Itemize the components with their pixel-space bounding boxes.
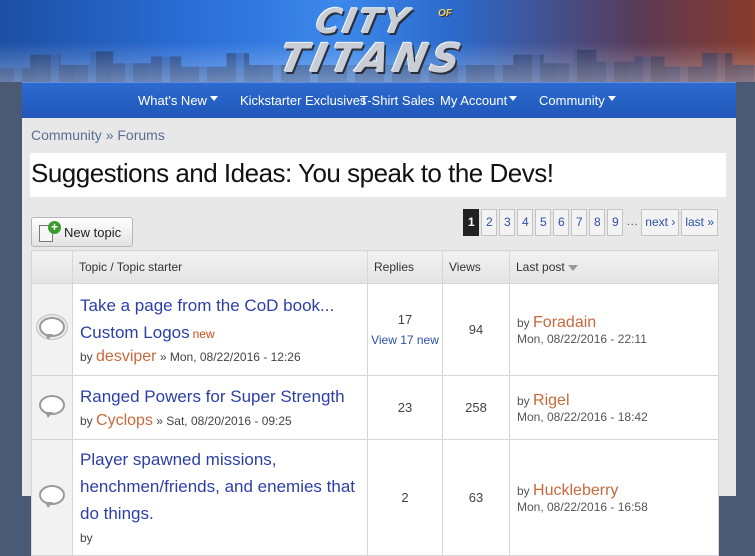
pager-page[interactable]: 9 — [607, 209, 624, 236]
views-cell: 94 — [442, 283, 510, 376]
pager-page[interactable]: 5 — [535, 209, 552, 236]
by-label: by — [80, 531, 93, 545]
last-post-author-link[interactable]: Rigel — [533, 392, 569, 409]
by-label: by — [517, 483, 530, 498]
title-box: Suggestions and Ideas: You speak to the … — [30, 153, 726, 197]
pager-page[interactable]: 4 — [517, 209, 534, 236]
topic-icon — [39, 485, 65, 508]
header-icon-cell — [31, 250, 73, 284]
pager-current: 1 — [463, 209, 480, 236]
pager-page[interactable]: 6 — [553, 209, 570, 236]
by-label: by — [80, 349, 93, 364]
header-last-post-label: Last post — [516, 260, 565, 274]
new-badge[interactable]: new — [193, 327, 215, 341]
topic-status-cell — [31, 439, 73, 556]
new-topic-button[interactable]: + New topic — [31, 217, 133, 247]
page-title: Suggestions and Ideas: You speak to the … — [31, 158, 554, 188]
topic-icon — [39, 395, 65, 418]
nav-item-kickstarter-exclusives[interactable]: Kickstarter Exclusives — [240, 83, 366, 119]
pager-last[interactable]: last » — [681, 209, 718, 236]
chevron-down-icon[interactable] — [210, 96, 218, 101]
table-header-row: Topic / Topic starter Replies Views Last… — [31, 250, 719, 284]
by-label: by — [517, 393, 530, 408]
topic-status-cell — [31, 375, 73, 440]
pager: 1 2 3 4 5 6 7 8 9 … next › last » — [463, 209, 718, 236]
hot-topic-icon — [39, 317, 65, 340]
topic-byline: by desviper » Mon, 08/22/2016 - 12:26 — [80, 346, 361, 368]
topic-date: » Sat, 08/20/2016 - 09:25 — [156, 414, 292, 428]
breadcrumb-forums[interactable]: Forums — [117, 127, 164, 143]
pager-page[interactable]: 7 — [571, 209, 588, 236]
last-post-date: Mon, 08/22/2016 - 22:11 — [517, 331, 647, 346]
replies-count: 17 — [397, 312, 413, 327]
breadcrumb-community[interactable]: Community — [31, 127, 102, 143]
chevron-down-icon[interactable] — [608, 96, 616, 101]
header-views[interactable]: Views — [442, 250, 510, 284]
main-content: Community » Forums Suggestions and Ideas… — [22, 118, 736, 556]
pager-page[interactable]: 8 — [589, 209, 606, 236]
replies-cell: 17 View 17 new — [367, 283, 443, 376]
topics-table: Topic / Topic starter Replies Views Last… — [31, 250, 719, 556]
header-replies[interactable]: Replies — [367, 250, 443, 284]
topic-title-link[interactable]: Player spawned missions, henchmen/friend… — [80, 450, 355, 523]
site-logo[interactable]: CITY OF TITANS — [248, 2, 496, 82]
views-cell: 63 — [442, 439, 510, 556]
last-post-date: Mon, 08/22/2016 - 16:58 — [517, 499, 648, 514]
topic-author-link[interactable]: desviper — [96, 348, 156, 365]
by-label: by — [517, 315, 530, 330]
topic-title-link[interactable]: Ranged Powers for Super Strength — [80, 387, 345, 406]
by-label: by — [80, 414, 93, 428]
chevron-down-icon[interactable] — [509, 96, 517, 101]
views-cell: 258 — [442, 375, 510, 440]
topic-byline: by — [80, 527, 361, 549]
table-row: Ranged Powers for Super Strength by Cycl… — [31, 375, 719, 440]
last-post-cell: by Huckleberry Mon, 08/22/2016 - 16:58 — [509, 439, 719, 556]
replies-cell: 2 — [367, 439, 443, 556]
pager-ellipsis: … — [626, 214, 639, 228]
last-post-author-link[interactable]: Foradain — [533, 314, 596, 331]
nav-item-tshirt-sales[interactable]: T-Shirt Sales — [360, 83, 434, 119]
topic-author-link[interactable]: Cyclops — [96, 412, 153, 429]
sort-desc-icon — [567, 264, 578, 271]
logo-titans-text: TITANS — [275, 36, 469, 82]
header-last-post[interactable]: Last post — [509, 250, 719, 284]
header-topic[interactable]: Topic / Topic starter — [72, 250, 368, 284]
plus-icon: + — [48, 221, 61, 234]
table-row: Take a page from the CoD book... Custom … — [31, 283, 719, 376]
last-post-cell: by Rigel Mon, 08/22/2016 - 18:42 — [509, 375, 719, 440]
table-row: Player spawned missions, henchmen/friend… — [31, 439, 719, 556]
replies-cell: 23 — [367, 375, 443, 440]
pager-page[interactable]: 2 — [481, 209, 498, 236]
topic-status-cell — [31, 283, 73, 376]
nav-item-my-account[interactable]: My Account — [440, 83, 507, 119]
topic-date: » Mon, 08/22/2016 - 12:26 — [159, 349, 301, 364]
last-post-date: Mon, 08/22/2016 - 18:42 — [517, 409, 648, 424]
topic-cell: Ranged Powers for Super Strength by Cycl… — [72, 375, 368, 440]
topic-cell: Player spawned missions, henchmen/friend… — [72, 439, 368, 556]
logo-of-text: OF — [438, 8, 452, 19]
last-post-cell: by Foradain Mon, 08/22/2016 - 22:11 — [509, 283, 719, 376]
topic-cell: Take a page from the CoD book... Custom … — [72, 283, 368, 376]
nav-item-whats-new[interactable]: What's New — [138, 83, 207, 119]
new-topic-label: New topic — [64, 225, 122, 240]
main-nav: What's New Kickstarter Exclusives T-Shir… — [22, 82, 736, 119]
topic-byline: by Cyclops » Sat, 08/20/2016 - 09:25 — [80, 410, 361, 432]
nav-item-community[interactable]: Community — [539, 83, 605, 119]
pager-page[interactable]: 3 — [499, 209, 516, 236]
pager-next[interactable]: next › — [641, 209, 680, 236]
view-new-link[interactable]: View 17 new — [368, 333, 442, 347]
breadcrumb: Community » Forums — [31, 127, 165, 143]
breadcrumb-separator: » — [105, 127, 114, 143]
